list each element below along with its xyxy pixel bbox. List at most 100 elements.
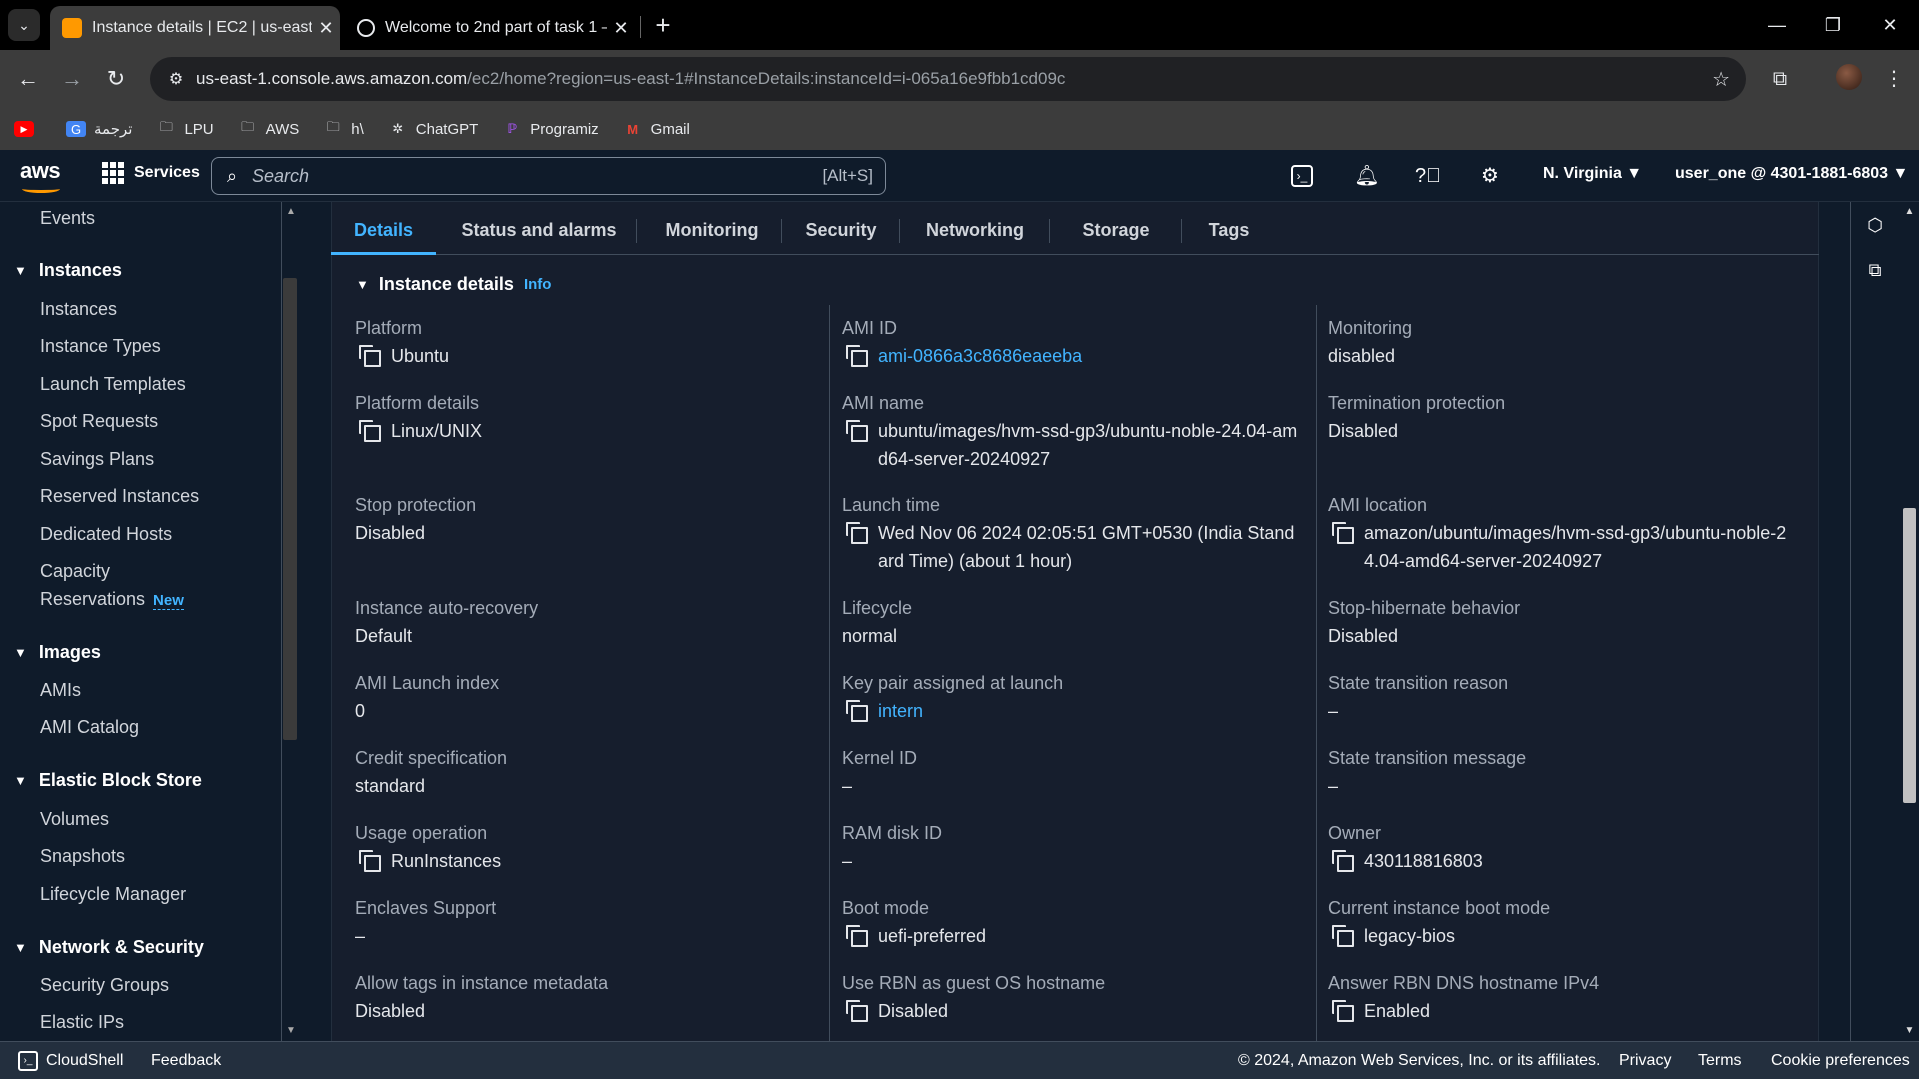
folder-icon: 🗀: [159, 119, 173, 134]
tab-networking[interactable]: Networking: [911, 205, 1039, 255]
profile-avatar[interactable]: [1836, 64, 1862, 90]
sidebar-item-dedicated-hosts[interactable]: Dedicated Hosts: [40, 524, 172, 545]
back-button[interactable]: ←: [12, 63, 44, 95]
sidebar-item-capacity-reservations[interactable]: Reservations New: [40, 589, 184, 610]
scroll-down-arrow-icon[interactable]: ▼: [1900, 1025, 1919, 1036]
services-menu-button[interactable]: Services: [102, 162, 200, 184]
copy-icon[interactable]: [846, 700, 868, 722]
search-input[interactable]: ⌕ Search [Alt+S]: [211, 157, 886, 195]
tab-status-and-alarms[interactable]: Status and alarms: [451, 205, 627, 255]
caret-down-icon: ▼: [14, 773, 27, 788]
bookmark-programiz[interactable]: ℙ Programiz: [502, 121, 598, 138]
extensions-icon[interactable]: ⧉: [1764, 63, 1796, 95]
forward-button[interactable]: →: [56, 63, 88, 95]
sidebar-item-instance-types[interactable]: Instance Types: [40, 336, 161, 357]
site-info-icon[interactable]: ⚙: [156, 69, 196, 89]
notifications-bell-icon[interactable]: 🔔︎: [1353, 162, 1381, 190]
cloudshell-icon[interactable]: ›_: [1291, 165, 1313, 187]
tab-search-button[interactable]: ⌄: [8, 9, 40, 41]
sidebar-item-reserved-instances[interactable]: Reserved Instances: [40, 486, 199, 507]
close-tab-icon[interactable]: ✕: [312, 18, 340, 39]
copy-icon[interactable]: [1332, 1000, 1354, 1022]
bookmark-folder-lpu[interactable]: 🗀 LPU: [156, 119, 214, 138]
sidebar-item-lifecycle-manager[interactable]: Lifecycle Manager: [40, 884, 186, 905]
scroll-down-arrow-icon[interactable]: ▼: [282, 1025, 300, 1036]
sidebar-item-snapshots[interactable]: Snapshots: [40, 846, 125, 867]
cookie-preferences-link[interactable]: Cookie preferences: [1771, 1052, 1910, 1070]
reload-button[interactable]: ↻: [100, 63, 132, 95]
tab-monitoring[interactable]: Monitoring: [649, 205, 775, 255]
copy-icon[interactable]: [846, 522, 868, 544]
browser-tab[interactable]: Welcome to 2nd part of task 1 – ✕: [345, 6, 635, 50]
sidebar-scrollbar-thumb[interactable]: [283, 278, 297, 740]
copy-icon[interactable]: [1332, 850, 1354, 872]
close-tab-icon[interactable]: ✕: [607, 18, 635, 39]
field-value: Default: [355, 626, 413, 646]
feedback-panel-icon[interactable]: ⧉: [1862, 257, 1888, 283]
sidebar-item-savings-plans[interactable]: Savings Plans: [40, 449, 154, 470]
sidebar-group-instances[interactable]: ▼ Instances: [14, 260, 122, 281]
help-icon[interactable]: ?⃝: [1414, 162, 1442, 190]
bookmark-gmail[interactable]: M Gmail: [623, 121, 690, 138]
sidebar-item-amis[interactable]: AMIs: [40, 680, 81, 701]
search-icon: ⌕: [226, 165, 238, 186]
sidebar-group-network-security[interactable]: ▼ Network & Security: [14, 937, 204, 958]
sidebar-item-instances[interactable]: Instances: [40, 299, 117, 320]
region-selector[interactable]: N. Virginia ▼: [1543, 165, 1642, 183]
copy-icon[interactable]: [1332, 925, 1354, 947]
copy-icon[interactable]: [1332, 522, 1354, 544]
sidebar-item-volumes[interactable]: Volumes: [40, 809, 109, 830]
feedback-link[interactable]: Feedback: [151, 1052, 221, 1070]
bookmark-star-icon[interactable]: ☆: [1712, 67, 1730, 92]
copy-icon[interactable]: [359, 850, 381, 872]
scroll-up-arrow-icon[interactable]: ▲: [1900, 206, 1919, 217]
browser-tab-active[interactable]: Instance details | EC2 | us-east-1 ✕: [50, 6, 340, 50]
menu-icon[interactable]: ⋮: [1878, 63, 1910, 95]
sidebar-group-elastic-block-store[interactable]: ▼ Elastic Block Store: [14, 770, 202, 791]
folder-icon: 🗀: [326, 119, 340, 134]
tab-tags[interactable]: Tags: [1193, 205, 1265, 255]
bookmark-folder-aws[interactable]: 🗀 AWS: [238, 119, 299, 138]
sidebar-item-security-groups[interactable]: Security Groups: [40, 975, 169, 996]
minimize-button[interactable]: —: [1752, 8, 1802, 42]
copy-icon[interactable]: [846, 345, 868, 367]
tab-details[interactable]: Details: [331, 205, 436, 255]
sidebar-item-spot-requests[interactable]: Spot Requests: [40, 411, 158, 432]
ami-id-link[interactable]: ami-0866a3c8686eaeeba: [878, 342, 1082, 370]
copy-icon[interactable]: [359, 420, 381, 442]
copy-icon[interactable]: [846, 420, 868, 442]
restore-button[interactable]: ❐: [1808, 8, 1858, 42]
aws-logo[interactable]: aws: [20, 158, 61, 193]
cloudshell-button[interactable]: ›_ CloudShell: [18, 1051, 123, 1071]
instance-details-heading[interactable]: ▼ Instance details Info: [356, 274, 551, 295]
tab-storage[interactable]: Storage: [1061, 205, 1171, 255]
sidebar-item-ami-catalog[interactable]: AMI Catalog: [40, 717, 139, 738]
bookmark-translate[interactable]: G ترجمة: [66, 120, 132, 138]
tab-security[interactable]: Security: [793, 205, 889, 255]
key-pair-link[interactable]: intern: [878, 697, 923, 725]
account-menu[interactable]: user_one @ 4301-1881-6803 ▼: [1675, 165, 1908, 183]
sidebar-item-launch-templates[interactable]: Launch Templates: [40, 374, 186, 395]
sidebar-item-elastic-ips[interactable]: Elastic IPs: [40, 1012, 124, 1033]
bookmark-folder-h[interactable]: 🗀 h\: [323, 119, 364, 138]
sidebar-group-images[interactable]: ▼ Images: [14, 642, 101, 663]
copy-icon[interactable]: [846, 925, 868, 947]
scroll-up-arrow-icon[interactable]: ▲: [282, 206, 300, 217]
sidebar-item-events[interactable]: Events: [40, 208, 95, 229]
copy-icon[interactable]: [846, 1000, 868, 1022]
close-window-button[interactable]: ✕: [1865, 8, 1915, 42]
settings-hexagon-icon[interactable]: ⬡: [1862, 212, 1888, 238]
main-scrollbar-thumb[interactable]: [1903, 508, 1916, 803]
sidebar-item-capacity[interactable]: Capacity: [40, 561, 110, 582]
privacy-link[interactable]: Privacy: [1619, 1052, 1671, 1070]
browser-tab-strip: ⌄ Instance details | EC2 | us-east-1 ✕ W…: [0, 0, 1919, 50]
bookmark-youtube[interactable]: ▶: [14, 121, 42, 137]
bookmark-chatgpt[interactable]: ✲ ChatGPT: [388, 121, 478, 138]
copy-icon[interactable]: [359, 345, 381, 367]
new-tab-button[interactable]: +: [648, 10, 678, 40]
terms-link[interactable]: Terms: [1698, 1052, 1742, 1070]
address-bar[interactable]: ⚙ us-east-1.console.aws.amazon.com/ec2/h…: [150, 57, 1746, 101]
info-link[interactable]: Info: [524, 276, 552, 293]
settings-gear-icon[interactable]: ⚙: [1476, 162, 1504, 190]
aws-console-header: aws Services ⌕ Search [Alt+S] ›_ 🔔︎ ?⃝ ⚙…: [0, 150, 1919, 202]
